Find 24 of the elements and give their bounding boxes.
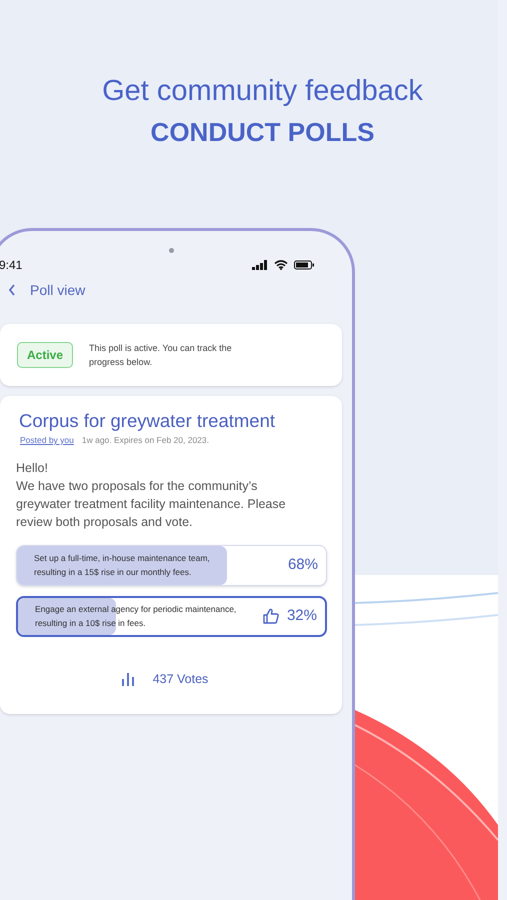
vote-count: 437 Votes	[152, 670, 208, 688]
author-link[interactable]: Posted by you	[20, 434, 74, 447]
poll-meta: 1w ago. Expires on Feb 20, 2023.	[82, 434, 209, 447]
back-icon[interactable]	[8, 284, 16, 296]
thumbs-up-icon	[262, 608, 279, 624]
option-percent: 68%	[288, 555, 318, 575]
greeting-text: Hello!	[16, 460, 49, 477]
option-text: Engage an external agency for periodic maintenance, resulting in a 10$ rise in fees.	[35, 603, 238, 630]
poll-option[interactable]: Set up a full-time, in-house maintenance team, resulting in a 15$ rise in our monthly fees. 68%	[16, 544, 327, 586]
wifi-icon	[274, 260, 288, 270]
headline: Get community feedback	[101, 74, 424, 109]
screen-title: Poll view	[30, 280, 86, 300]
battery-icon	[294, 260, 314, 270]
bar-chart-icon	[120, 672, 135, 686]
status-badge: Active	[17, 342, 74, 368]
camera-icon	[168, 248, 174, 253]
option-percent: 32%	[286, 606, 317, 626]
status-message: This poll is active. You can track the progress below.	[89, 342, 233, 369]
poll-option[interactable]: Engage an external agency for periodic maintenance, resulting in a 10$ rise in fees. 32%	[16, 596, 327, 637]
poll-title: Corpus for greywater treatment	[18, 409, 276, 433]
headline-subtitle: CONDUCT POLLS	[150, 116, 376, 149]
poll-description: We have two proposals for the community’s greywater treatment facility maintenance. Please review both proposals and vote.	[16, 478, 287, 531]
signal-icon	[252, 260, 268, 270]
option-text: Set up a full-time, in-house maintenance team, resulting in a 15$ rise in our monthly fees.	[34, 552, 211, 580]
